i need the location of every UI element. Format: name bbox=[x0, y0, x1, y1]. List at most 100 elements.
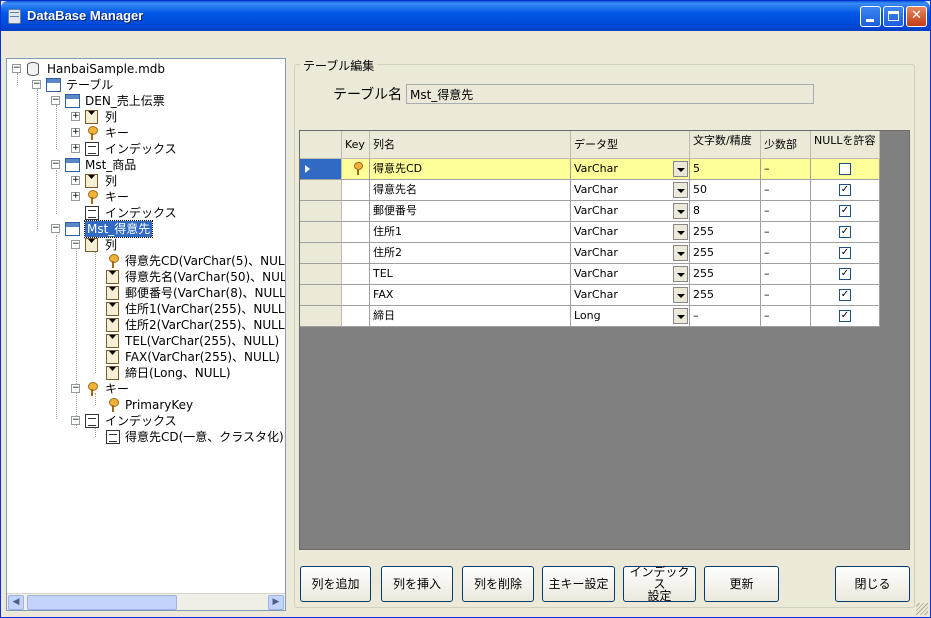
nullable-checkbox[interactable]: ✓ bbox=[839, 205, 851, 217]
chevron-down-icon[interactable] bbox=[673, 287, 688, 303]
chevron-down-icon[interactable] bbox=[673, 224, 688, 240]
collapse-icon[interactable]: − bbox=[71, 416, 80, 425]
cell-column-name[interactable]: 締日 bbox=[370, 306, 571, 327]
row-header[interactable] bbox=[300, 264, 342, 285]
cell-length[interactable]: 255 bbox=[690, 264, 761, 285]
cell-scale[interactable]: – bbox=[761, 306, 811, 327]
row-header[interactable] bbox=[300, 306, 342, 327]
nullable-checkbox[interactable]: ✓ bbox=[839, 184, 851, 196]
cell-length[interactable]: – bbox=[690, 306, 761, 327]
collapse-icon[interactable]: − bbox=[51, 96, 60, 105]
cell-scale[interactable]: – bbox=[761, 180, 811, 201]
cell-data-type[interactable]: VarChar bbox=[571, 180, 690, 201]
cell-scale[interactable]: – bbox=[761, 243, 811, 264]
expand-icon[interactable]: + bbox=[71, 192, 80, 201]
cell-data-type[interactable]: VarChar bbox=[571, 285, 690, 306]
cell-column-name[interactable]: TEL bbox=[370, 264, 571, 285]
cell-key[interactable] bbox=[342, 264, 370, 285]
resize-grip[interactable] bbox=[916, 603, 928, 615]
nullable-checkbox[interactable]: ✓ bbox=[839, 268, 851, 280]
row-header[interactable] bbox=[300, 180, 342, 201]
collapse-icon[interactable]: − bbox=[12, 64, 21, 73]
cell-data-type[interactable]: VarChar bbox=[571, 243, 690, 264]
cell-column-name[interactable]: 住所2 bbox=[370, 243, 571, 264]
close-window-button[interactable]: ✕ bbox=[906, 6, 927, 27]
expand-icon[interactable]: + bbox=[71, 144, 80, 153]
cell-scale[interactable]: – bbox=[761, 285, 811, 306]
row-header[interactable] bbox=[300, 222, 342, 243]
cell-scale[interactable]: – bbox=[761, 222, 811, 243]
cell-data-type[interactable]: VarChar bbox=[571, 201, 690, 222]
row-header[interactable] bbox=[300, 243, 342, 264]
cell-key[interactable] bbox=[342, 306, 370, 327]
collapse-icon[interactable]: − bbox=[32, 80, 41, 89]
nullable-checkbox[interactable]: ✓ bbox=[839, 289, 851, 301]
cell-scale[interactable]: – bbox=[761, 201, 811, 222]
nullable-checkbox[interactable]: ✓ bbox=[839, 247, 851, 259]
table-name-field[interactable] bbox=[406, 84, 814, 104]
cell-nullable[interactable]: ✓ bbox=[811, 306, 880, 327]
col-header-type[interactable]: データ型 bbox=[571, 131, 690, 159]
cell-length[interactable]: 5 bbox=[690, 159, 761, 180]
cell-nullable[interactable]: ✓ bbox=[811, 180, 880, 201]
cell-nullable[interactable] bbox=[811, 159, 880, 180]
chevron-down-icon[interactable] bbox=[673, 182, 688, 198]
cell-key[interactable] bbox=[342, 243, 370, 264]
chevron-down-icon[interactable] bbox=[673, 266, 688, 282]
scroll-thumb[interactable] bbox=[27, 595, 177, 610]
cell-data-type[interactable]: VarChar bbox=[571, 159, 690, 180]
cell-data-type[interactable]: Long bbox=[571, 306, 690, 327]
cell-column-name[interactable]: 郵便番号 bbox=[370, 201, 571, 222]
cell-scale[interactable]: – bbox=[761, 264, 811, 285]
cell-nullable[interactable]: ✓ bbox=[811, 285, 880, 306]
col-header-key[interactable]: Key bbox=[342, 131, 370, 159]
cell-length[interactable]: 255 bbox=[690, 222, 761, 243]
row-header[interactable] bbox=[300, 285, 342, 306]
cell-length[interactable]: 8 bbox=[690, 201, 761, 222]
cell-column-name[interactable]: FAX bbox=[370, 285, 571, 306]
delete-column-button[interactable]: 列を削除 bbox=[462, 566, 534, 602]
col-header-nullable[interactable]: NULLを許容 bbox=[811, 131, 880, 159]
title-bar[interactable]: DataBase Manager ✕ bbox=[1, 1, 930, 31]
scroll-left-icon[interactable]: ◀ bbox=[8, 595, 24, 610]
insert-column-button[interactable]: 列を挿入 bbox=[381, 566, 453, 602]
cell-nullable[interactable]: ✓ bbox=[811, 243, 880, 264]
cell-key[interactable] bbox=[342, 180, 370, 201]
close-button[interactable]: 閉じる bbox=[835, 566, 910, 602]
chevron-down-icon[interactable] bbox=[673, 161, 688, 177]
col-header-name[interactable]: 列名 bbox=[370, 131, 571, 159]
chevron-down-icon[interactable] bbox=[673, 308, 688, 324]
cell-key[interactable] bbox=[342, 201, 370, 222]
cell-column-name[interactable]: 住所1 bbox=[370, 222, 571, 243]
expand-icon[interactable]: + bbox=[71, 176, 80, 185]
chevron-down-icon[interactable] bbox=[673, 203, 688, 219]
column-grid[interactable]: Key 列名 データ型 文字数/精度 少数部 NULLを許容 得意先CD VarC… bbox=[299, 130, 910, 550]
cell-length[interactable]: 255 bbox=[690, 285, 761, 306]
tree-horizontal-scrollbar[interactable]: ◀ ▶ bbox=[7, 593, 285, 610]
collapse-icon[interactable]: − bbox=[71, 384, 80, 393]
expand-icon[interactable]: + bbox=[71, 128, 80, 137]
minimize-button[interactable] bbox=[860, 6, 881, 27]
cell-nullable[interactable]: ✓ bbox=[811, 222, 880, 243]
scroll-right-icon[interactable]: ▶ bbox=[268, 595, 284, 610]
expand-icon[interactable]: + bbox=[71, 112, 80, 121]
row-header[interactable] bbox=[300, 201, 342, 222]
schema-tree[interactable]: − HanbaiSample.mdb − テーブル − DEN_売上伝票 + 列… bbox=[6, 58, 286, 611]
col-header-length[interactable]: 文字数/精度 bbox=[690, 131, 761, 159]
cell-data-type[interactable]: VarChar bbox=[571, 264, 690, 285]
cell-nullable[interactable]: ✓ bbox=[811, 201, 880, 222]
collapse-icon[interactable]: − bbox=[71, 240, 80, 249]
nullable-checkbox[interactable] bbox=[839, 163, 851, 175]
cell-key[interactable] bbox=[342, 159, 370, 180]
set-index-button[interactable]: インデックス 設定 bbox=[623, 566, 696, 602]
cell-key[interactable] bbox=[342, 285, 370, 306]
nullable-checkbox[interactable]: ✓ bbox=[839, 226, 851, 238]
set-primary-key-button[interactable]: 主キー設定 bbox=[542, 566, 615, 602]
update-button[interactable]: 更新 bbox=[704, 566, 779, 602]
collapse-icon[interactable]: − bbox=[51, 224, 60, 233]
cell-column-name[interactable]: 得意先CD bbox=[370, 159, 571, 180]
col-header-scale[interactable]: 少数部 bbox=[761, 131, 811, 159]
cell-data-type[interactable]: VarChar bbox=[571, 222, 690, 243]
cell-length[interactable]: 255 bbox=[690, 243, 761, 264]
cell-column-name[interactable]: 得意先名 bbox=[370, 180, 571, 201]
